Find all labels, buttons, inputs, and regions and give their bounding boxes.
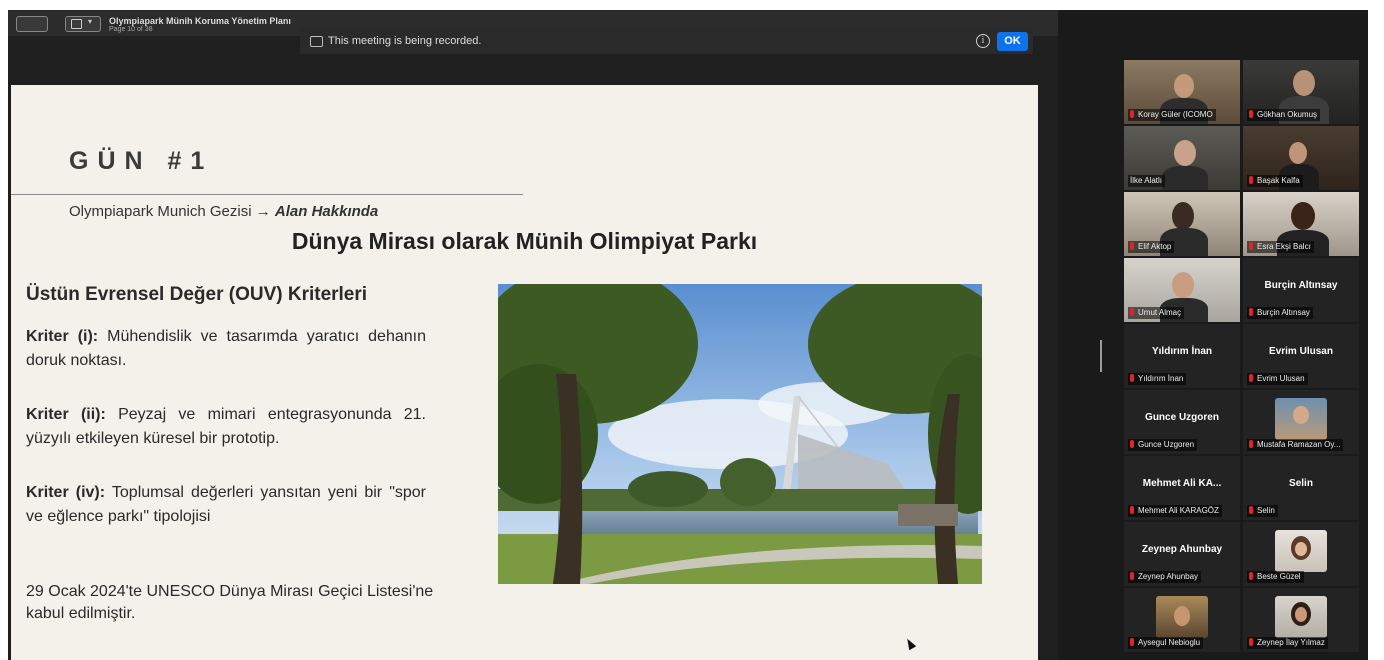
- participant-display-name: Burçin Altınsay: [1264, 280, 1338, 291]
- participant-name: Başak Kalfa: [1247, 175, 1303, 187]
- participant-name: Aysegul Nebioglu: [1128, 637, 1204, 649]
- mic-muted-icon: [1249, 440, 1253, 448]
- participant-tile[interactable]: Koray Güler (ICOMO: [1124, 60, 1240, 124]
- recording-notice-text: This meeting is being recorded.: [328, 35, 482, 47]
- criterion-label: Kriter (i):: [26, 328, 99, 345]
- mic-muted-icon: [1249, 176, 1253, 184]
- olympiapark-photo: [498, 284, 982, 584]
- mic-muted-icon: [1249, 638, 1253, 646]
- participant-name: Gökhan Okumuş: [1247, 109, 1321, 121]
- participant-display-name: Evrim Ulusan: [1269, 346, 1333, 357]
- mic-muted-icon: [1249, 572, 1253, 580]
- participant-name: Koray Güler (ICOMO: [1128, 109, 1216, 121]
- participant-name: Gunce Uzgoren: [1128, 439, 1198, 451]
- mic-muted-icon: [1130, 374, 1134, 382]
- mic-muted-icon: [1249, 242, 1253, 250]
- mic-muted-icon: [1130, 506, 1134, 514]
- chevron-down-icon: ▾: [88, 17, 93, 26]
- participant-display-name: Gunce Uzgoren: [1145, 412, 1219, 423]
- avatar: [1275, 530, 1327, 572]
- panel-icon: [71, 19, 82, 29]
- slide-section-title: GÜN #1: [69, 147, 214, 175]
- criterion-label: Kriter (iv):: [26, 484, 106, 501]
- participant-name: Burçin Altınsay: [1247, 307, 1313, 319]
- mic-muted-icon: [1130, 242, 1134, 250]
- slide-heading: Dünya Mirası olarak Münih Olimpiyat Park…: [291, 228, 758, 254]
- avatar: [1275, 398, 1327, 440]
- subtitle-prefix: Olympiapark Munich Gezisi →: [69, 203, 271, 220]
- unesco-note: 29 Ocak 2024'te UNESCO Dünya Mirası Geçi…: [26, 583, 434, 622]
- participant-tile[interactable]: Gunce Uzgoren Gunce Uzgoren: [1124, 390, 1240, 454]
- mic-muted-icon: [1249, 506, 1253, 514]
- mic-muted-icon: [1130, 572, 1134, 580]
- participant-tile[interactable]: Zeynep Ahunbay Zeynep Ahunbay: [1124, 522, 1240, 586]
- ouv-title: Üstün Evrensel Değer (OUV) Kriterleri: [26, 284, 368, 305]
- participant-name: Elif Aktop: [1128, 241, 1175, 253]
- participant-display-name: Selin: [1289, 478, 1313, 489]
- participant-tile[interactable]: Gökhan Okumuş: [1243, 60, 1359, 124]
- page-indicator: Page 10 of 38: [109, 26, 153, 33]
- participant-display-name: Mehmet Ali KA...: [1142, 478, 1222, 489]
- subtitle-emphasis: Alan Hakkında: [274, 203, 379, 220]
- participant-name: Mehmet Ali KARAGÖZ: [1128, 505, 1222, 517]
- participant-display-name: Yıldırım İnan: [1151, 346, 1212, 357]
- meeting-window: ▾ Olympiapark Münih Koruma Yönetim Planı…: [8, 10, 1368, 660]
- mic-muted-icon: [1249, 110, 1253, 118]
- participant-name: Selin: [1247, 505, 1278, 517]
- participant-tile[interactable]: Elif Aktop: [1124, 192, 1240, 256]
- participant-name: Esra Ekşi Balcı: [1247, 241, 1314, 253]
- participant-tile[interactable]: Başak Kalfa: [1243, 126, 1359, 190]
- document-title: Olympiapark Münih Koruma Yönetim Planı: [109, 16, 291, 26]
- recording-notice: This meeting is being recorded. i OK: [300, 28, 1033, 54]
- mic-muted-icon: [1249, 308, 1253, 316]
- participant-name: Yıldırım İnan: [1128, 373, 1187, 385]
- park-illustration: [498, 284, 982, 584]
- participant-name: Mustafa Ramazan Oy...: [1247, 439, 1344, 451]
- view-mode-button[interactable]: ▾: [65, 16, 101, 32]
- participant-tile[interactable]: Mustafa Ramazan Oy...: [1243, 390, 1359, 454]
- participant-tile[interactable]: Umut Almaç: [1124, 258, 1240, 322]
- criterion-3: Kriter (iv): Toplumsal değerleri yansıta…: [26, 481, 426, 529]
- participant-name: Zeynep İlay Yılmaz: [1247, 637, 1328, 649]
- participant-name: Umut Almaç: [1128, 307, 1185, 319]
- mic-muted-icon: [1130, 440, 1134, 448]
- mic-muted-icon: [1249, 374, 1253, 382]
- participant-name: Beste Güzel: [1247, 571, 1304, 583]
- participant-name: İlke Alatlı: [1128, 175, 1166, 187]
- criterion-2: Kriter (ii): Peyzaj ve mimari entegrasyo…: [26, 403, 426, 451]
- participant-tile[interactable]: Zeynep İlay Yılmaz: [1243, 588, 1359, 652]
- participant-tile-active-speaker[interactable]: İlke Alatlı: [1124, 126, 1240, 190]
- participant-tile[interactable]: Mehmet Ali KA... Mehmet Ali KARAGÖZ: [1124, 456, 1240, 520]
- participant-name: Evrim Ulusan: [1247, 373, 1308, 385]
- info-icon[interactable]: i: [976, 34, 990, 48]
- participant-tile[interactable]: Beste Güzel: [1243, 522, 1359, 586]
- slide-subtitle: Olympiapark Munich Gezisi → Alan Hakkınd…: [69, 203, 378, 220]
- participant-gallery: Koray Güler (ICOMO Gökhan Okumuş İlke Al…: [1058, 10, 1368, 660]
- sidebar-toggle-button[interactable]: [16, 16, 48, 32]
- shared-slide: GÜN #1 Olympiapark Munich Gezisi → Alan …: [11, 85, 1038, 660]
- participant-tile[interactable]: Evrim Ulusan Evrim Ulusan: [1243, 324, 1359, 388]
- participant-tile[interactable]: Burçin Altınsay Burçin Altınsay: [1243, 258, 1359, 322]
- participant-name: Zeynep Ahunbay: [1128, 571, 1202, 583]
- criterion-label: Kriter (ii):: [26, 406, 106, 423]
- mic-muted-icon: [1130, 638, 1134, 646]
- recording-icon: [310, 36, 323, 47]
- participant-tile[interactable]: Yıldırım İnan Yıldırım İnan: [1124, 324, 1240, 388]
- mic-muted-icon: [1130, 308, 1134, 316]
- criterion-1: Kriter (i): Mühendislik ve tasarımda yar…: [26, 325, 426, 373]
- ok-button[interactable]: OK: [997, 32, 1028, 51]
- avatar: [1156, 596, 1208, 638]
- participant-display-name: Zeynep Ahunbay: [1141, 544, 1223, 555]
- participant-tile[interactable]: Selin Selin: [1243, 456, 1359, 520]
- divider: [11, 194, 523, 195]
- avatar: [1275, 596, 1327, 638]
- participant-tile[interactable]: Aysegul Nebioglu: [1124, 588, 1240, 652]
- mouse-cursor: [903, 636, 917, 651]
- mic-muted-icon: [1130, 110, 1134, 118]
- participant-tile[interactable]: Esra Ekşi Balcı: [1243, 192, 1359, 256]
- gallery-resize-handle[interactable]: [1100, 340, 1102, 372]
